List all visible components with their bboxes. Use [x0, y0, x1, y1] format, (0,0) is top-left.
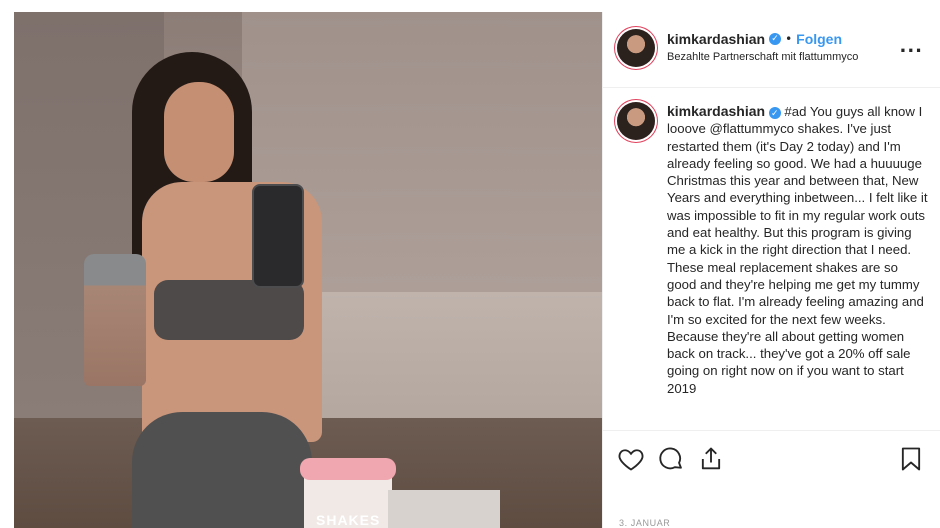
username-link[interactable]: kimkardashian: [667, 31, 765, 47]
photo-person-face: [164, 82, 234, 182]
post-photo[interactable]: SHAKES: [14, 12, 602, 528]
caption-text: kimkardashian ✓ #ad You guys all know I …: [667, 103, 929, 397]
post-header: kimkardashian ✓ • Folgen Bezahlte Partne…: [603, 12, 940, 88]
caption-verified-badge-icon: ✓: [768, 107, 781, 119]
verified-badge-icon: ✓: [769, 33, 782, 45]
post-date: 3. JANUAR: [619, 518, 671, 528]
photo-phone: [252, 184, 304, 288]
photo-pants: [132, 412, 312, 528]
avatar[interactable]: [617, 29, 655, 67]
comment-icon[interactable]: [657, 445, 685, 473]
caption-area: kimkardashian ✓ #ad You guys all know I …: [603, 89, 940, 429]
photo-sports-top: [154, 280, 304, 340]
caption-fade: [603, 419, 940, 429]
paid-partnership-label[interactable]: Bezahlte Partnerschaft mit flattummyco: [667, 51, 858, 63]
caption-avatar[interactable]: [617, 102, 655, 140]
caption-body: #ad You guys all know I looove @flattumm…: [667, 104, 928, 396]
more-options-icon[interactable]: ...: [899, 36, 923, 57]
photo-product-jar-lid: [300, 458, 396, 480]
photo-product-label: SHAKES: [316, 512, 381, 528]
bookmark-icon[interactable]: [897, 445, 925, 473]
photo-shaker-bottle: [84, 254, 146, 386]
header-title-line: kimkardashian ✓ • Folgen: [667, 31, 842, 47]
heart-icon[interactable]: [617, 445, 645, 473]
action-bar: [603, 430, 940, 486]
post-side-panel: kimkardashian ✓ • Folgen Bezahlte Partne…: [602, 12, 940, 528]
separator-dot: •: [785, 32, 793, 46]
photo-product-box: [388, 490, 500, 528]
share-icon[interactable]: [697, 445, 725, 473]
follow-button[interactable]: Folgen: [796, 31, 842, 47]
caption-username-link[interactable]: kimkardashian: [667, 103, 765, 119]
